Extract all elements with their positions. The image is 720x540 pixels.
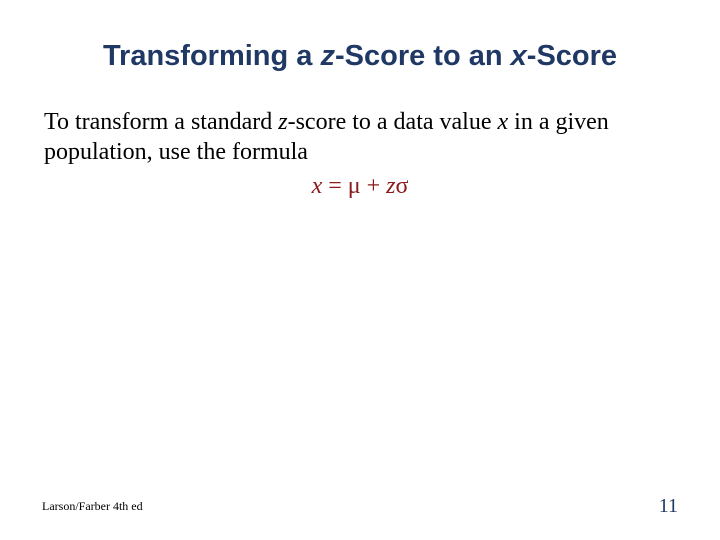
- title-z-var: z: [320, 40, 335, 72]
- body-x-var: x: [498, 109, 509, 135]
- page-number: 11: [659, 495, 678, 518]
- title-x-var: x: [511, 40, 527, 72]
- footer-attribution: Larson/Farber 4th ed: [42, 499, 143, 514]
- formula-x: x: [312, 173, 323, 199]
- formula-z: z: [386, 173, 395, 199]
- formula: x = μ + zσ: [42, 173, 678, 200]
- slide: Transforming a z-Score to an x-Score To …: [0, 0, 720, 540]
- title-text-2: -Score to an: [335, 40, 511, 72]
- body-text-1: To transform a standard: [44, 109, 278, 135]
- title-text-1: Transforming a: [103, 40, 321, 72]
- formula-sigma: σ: [396, 173, 409, 199]
- formula-eq: = μ +: [322, 173, 386, 199]
- body-z-var: z: [278, 109, 287, 135]
- slide-title: Transforming a z-Score to an x-Score: [42, 40, 678, 73]
- title-text-3: -Score: [527, 40, 617, 72]
- body-paragraph: To transform a standard z-score to a dat…: [44, 107, 658, 167]
- body-text-2: -score to a data value: [288, 109, 498, 135]
